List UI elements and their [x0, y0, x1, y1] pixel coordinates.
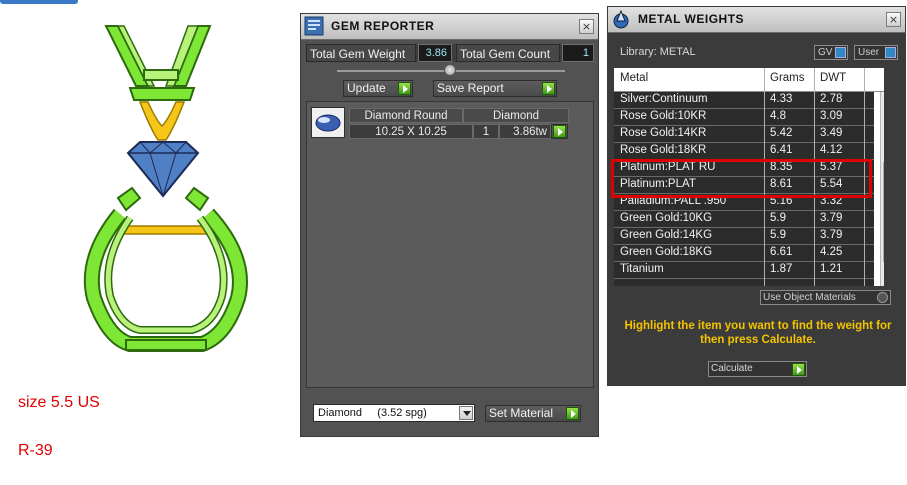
table-scrollbar[interactable]: ⌄: [880, 92, 884, 286]
gem-shape-header: Diamond Round: [349, 108, 463, 123]
metal-name: Silver:Continuum: [620, 93, 708, 105]
set-material-button[interactable]: Set Material: [485, 405, 581, 422]
calculate-label: Calculate: [711, 363, 753, 374]
play-arrow-icon: [792, 363, 805, 376]
metal-weights-titlebar[interactable]: METAL WEIGHTS ×: [608, 7, 905, 33]
column-header-dwt[interactable]: DWT: [820, 72, 846, 84]
user-toggle[interactable]: User: [854, 45, 898, 60]
metal-dwt: 1.21: [820, 263, 843, 275]
gem-size-value[interactable]: 10.25 X 10.25: [349, 124, 473, 139]
gv-toggle[interactable]: GV: [814, 45, 848, 60]
material-select[interactable]: Diamond (3.52 spg): [313, 404, 475, 422]
play-arrow-icon: [398, 82, 411, 95]
metal-name: Green Gold:10KG: [620, 212, 713, 224]
column-header-metal[interactable]: Metal: [620, 72, 648, 84]
metal-dwt: 3.79: [820, 212, 843, 224]
play-arrow-icon: [542, 82, 555, 95]
gem-count-value[interactable]: 1: [473, 124, 499, 139]
table-row[interactable]: Rose Gold:18KR 6.41 4.12: [614, 143, 874, 160]
chevron-down-icon[interactable]: [459, 406, 473, 420]
splitter-handle[interactable]: [444, 64, 456, 76]
metal-name: Rose Gold:10KR: [620, 110, 707, 122]
gem-reporter-titlebar[interactable]: GEM REPORTER ×: [301, 14, 598, 40]
gem-type-header: Diamond: [463, 108, 569, 123]
scrollbar-thumb[interactable]: [883, 162, 884, 262]
metal-dwt: 3.79: [820, 229, 843, 241]
material-select-value: Diamond (3.52 spg): [318, 407, 427, 419]
update-button[interactable]: Update: [343, 80, 413, 97]
highlight-annotation-box: [611, 159, 872, 198]
table-row[interactable]: Green Gold:14KG 5.9 3.79: [614, 228, 874, 245]
table-row-partial: [614, 279, 874, 286]
library-label: Library: METAL: [620, 46, 696, 58]
gem-reporter-panel: GEM REPORTER × Total Gem Weight 3.86 Tot…: [300, 13, 599, 437]
metal-name: Rose Gold:18KR: [620, 144, 707, 156]
metal-dwt: 2.78: [820, 93, 843, 105]
instruction-text: Highlight the item you want to find the …: [624, 320, 892, 346]
table-row[interactable]: Silver:Continuum 4.33 2.78: [614, 92, 874, 109]
play-arrow-icon: [566, 407, 579, 420]
top-tab-fragment: [0, 0, 78, 4]
metal-dwt: 4.25: [820, 246, 843, 258]
set-material-label: Set Material: [489, 406, 554, 420]
gem-list: Diamond Round Diamond 10.25 X 10.25 1 3.…: [306, 101, 594, 388]
scale-icon: [613, 9, 629, 29]
metal-grams: 4.8: [770, 110, 786, 122]
metal-dwt: 4.12: [820, 144, 843, 156]
table-row[interactable]: Green Gold:18KG 6.61 4.25: [614, 245, 874, 262]
close-icon[interactable]: ×: [886, 12, 901, 27]
ring-reference-label: R-39: [18, 442, 53, 459]
close-icon[interactable]: ×: [579, 19, 594, 34]
table-row[interactable]: Green Gold:10KG 5.9 3.79: [614, 211, 874, 228]
use-object-materials-toggle[interactable]: Use Object Materials: [760, 290, 891, 305]
ring-size-label: size 5.5 US: [18, 394, 100, 411]
gem-weight-value[interactable]: 3.86tw: [499, 124, 551, 139]
total-gem-count-value: 1: [562, 44, 594, 62]
table-row[interactable]: Rose Gold:14KR 5.42 3.49: [614, 126, 874, 143]
metal-grams: 6.41: [770, 144, 793, 156]
update-label: Update: [347, 81, 386, 95]
metal-weights-title: METAL WEIGHTS: [638, 12, 745, 26]
checkbox-icon: [835, 47, 846, 58]
metal-dwt: 3.49: [820, 127, 843, 139]
calculate-button[interactable]: Calculate: [708, 361, 807, 377]
gv-toggle-label: GV: [818, 47, 833, 58]
total-gem-weight-label: Total Gem Weight: [306, 44, 416, 62]
metal-grams: 6.61: [770, 246, 793, 258]
total-gem-weight-value: 3.86: [418, 44, 452, 62]
table-row[interactable]: Rose Gold:10KR 4.8 3.09: [614, 109, 874, 126]
metal-grams: 4.33: [770, 93, 793, 105]
metal-grams: 1.87: [770, 263, 793, 275]
table-header: Metal Grams DWT: [614, 68, 884, 92]
metal-name: Titanium: [620, 263, 664, 275]
metal-name: Rose Gold:14KR: [620, 127, 707, 139]
gem-thumbnail: [311, 107, 345, 138]
checkbox-icon: [885, 47, 896, 58]
metal-dwt: 3.09: [820, 110, 843, 122]
use-object-materials-label: Use Object Materials: [763, 292, 856, 303]
ring-3d-render: [70, 18, 260, 363]
column-header-grams[interactable]: Grams: [770, 72, 805, 84]
metal-name: Green Gold:18KG: [620, 246, 713, 258]
metal-grams: 5.42: [770, 127, 793, 139]
gem-row-go-button[interactable]: [551, 124, 568, 139]
metal-grams: 5.9: [770, 212, 786, 224]
metal-name: Green Gold:14KG: [620, 229, 713, 241]
user-toggle-label: User: [858, 47, 880, 58]
table-row[interactable]: Titanium 1.87 1.21: [614, 262, 874, 279]
gem-reporter-title: GEM REPORTER: [331, 19, 435, 33]
save-report-label: Save Report: [437, 81, 504, 95]
play-arrow-icon: [553, 125, 566, 138]
total-gem-count-label: Total Gem Count: [456, 44, 560, 62]
save-report-button[interactable]: Save Report: [433, 80, 557, 97]
metal-grams: 5.9: [770, 229, 786, 241]
radio-icon: [877, 292, 888, 303]
gem-stats-bar: Total Gem Weight 3.86 Total Gem Count 1: [306, 44, 594, 62]
gem-report-icon: [304, 16, 324, 36]
